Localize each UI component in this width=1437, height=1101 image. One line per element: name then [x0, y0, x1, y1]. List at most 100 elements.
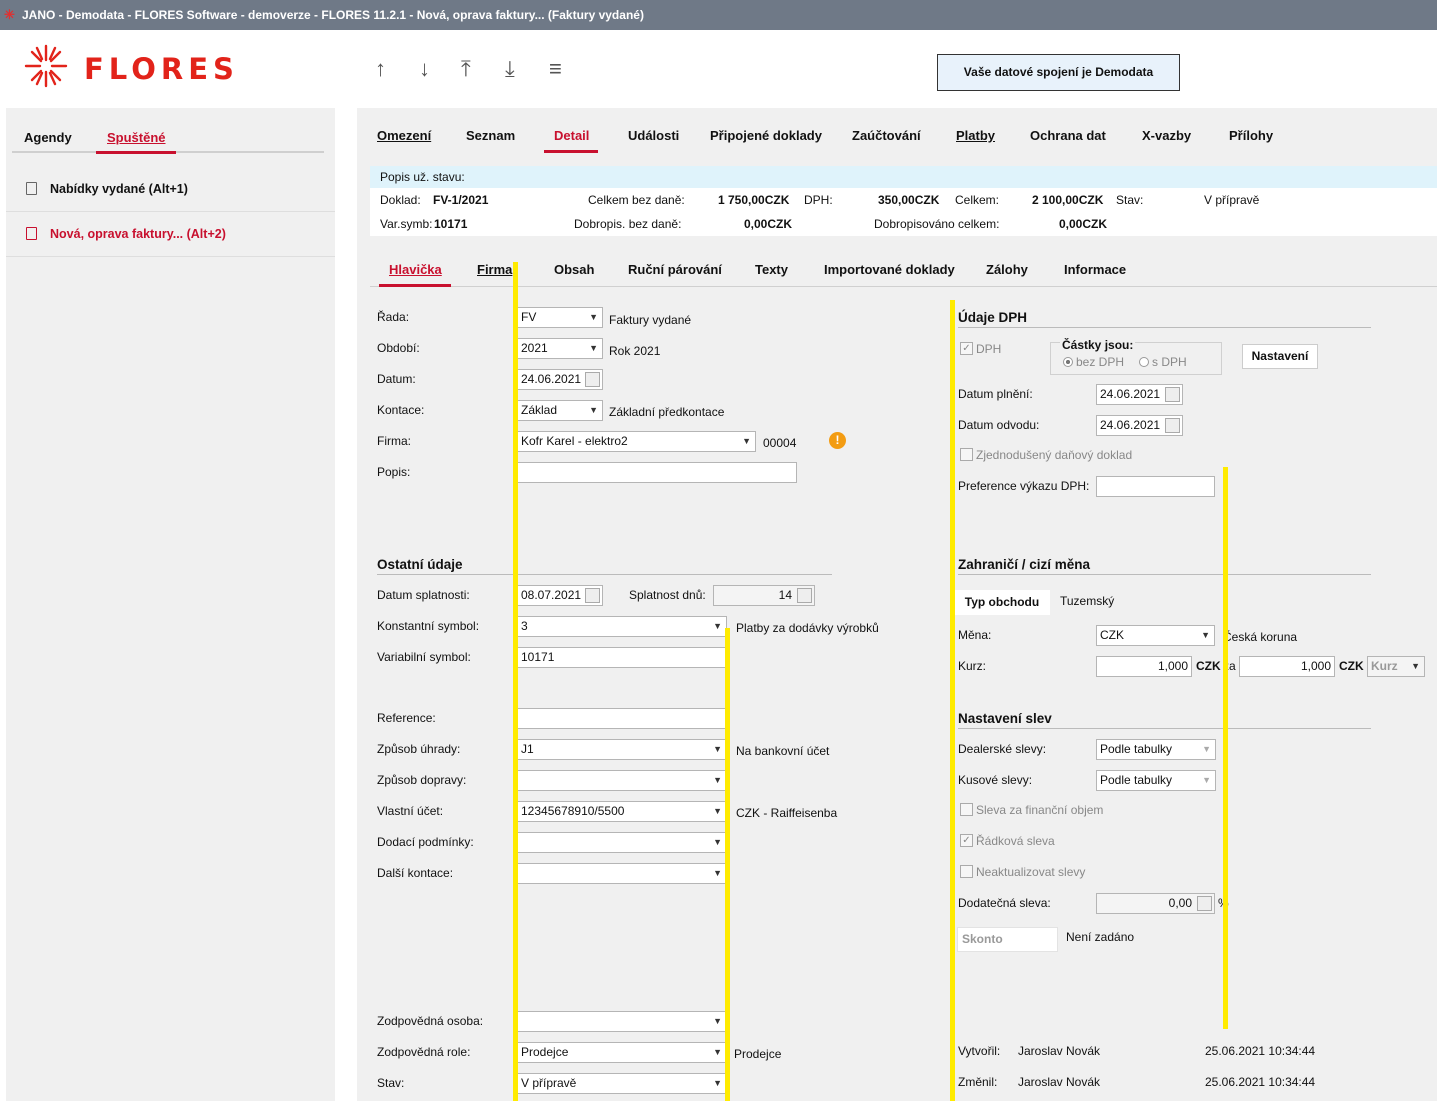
zjednoduseny-checkbox[interactable]: [960, 448, 973, 461]
splatnost-dnu-field[interactable]: 14: [713, 585, 815, 606]
tab-platby[interactable]: Platby: [956, 128, 995, 143]
role-label: Zodpovědná role:: [377, 1045, 471, 1059]
neaktualizovat-label: Neaktualizovat slevy: [976, 865, 1086, 879]
tab-udalosti[interactable]: Události: [628, 128, 679, 143]
chevron-down-icon: ▼: [589, 405, 598, 415]
neaktualizovat-checkbox[interactable]: [960, 865, 973, 878]
tab-zalohy[interactable]: Zálohy: [986, 262, 1028, 277]
arrow-down-icon[interactable]: ↓: [419, 58, 430, 80]
calendar-icon[interactable]: [1165, 387, 1180, 402]
mena-select[interactable]: CZK ▼: [1096, 625, 1215, 646]
zmenil-label: Změnil:: [958, 1075, 998, 1089]
podminky-select[interactable]: ▼: [517, 832, 727, 853]
chevron-down-icon: ▼: [713, 1078, 722, 1088]
tab-hlavicka[interactable]: Hlavička: [389, 262, 442, 277]
uhrada-value: J1: [521, 742, 534, 756]
tab-rucni-parovani[interactable]: Ruční párování: [628, 262, 722, 277]
left-item-nova-faktura[interactable]: Nová, oprava faktury... (Alt+2): [6, 212, 335, 257]
tab-obsah[interactable]: Obsah: [554, 262, 594, 277]
tab-prilohy[interactable]: Přílohy: [1229, 128, 1273, 143]
radkova-label: Řádková sleva: [976, 834, 1055, 848]
dealer-label: Dealerské slevy:: [958, 742, 1047, 756]
window-title: JANO - Demodata - FLORES Software - demo…: [22, 8, 644, 22]
warning-icon[interactable]: !: [829, 432, 846, 449]
skonto-button[interactable]: Skonto: [957, 927, 1058, 952]
tab-x-vazby[interactable]: X-vazby: [1142, 128, 1191, 143]
firma-select[interactable]: Kofr Karel - elektro2 ▼: [517, 431, 756, 452]
tab-agendy[interactable]: Agendy: [24, 130, 72, 145]
ks-select[interactable]: 3 ▼: [517, 616, 727, 637]
kusove-select[interactable]: Podle tabulky ▼: [1096, 770, 1216, 791]
vs-input[interactable]: 10171: [517, 647, 727, 668]
fin-objem-checkbox[interactable]: [960, 803, 973, 816]
osoba-select[interactable]: ▼: [517, 1011, 727, 1032]
tab-informace[interactable]: Informace: [1064, 262, 1126, 277]
osoba-label: Zodpovědná osoba:: [377, 1014, 484, 1028]
dodatecna-input[interactable]: 0,00: [1096, 893, 1215, 914]
plneni-field[interactable]: 24.06.2021: [1096, 384, 1183, 405]
splatnost-field[interactable]: 08.07.2021: [517, 585, 603, 606]
role-select[interactable]: Prodejce ▼: [517, 1042, 727, 1063]
firma-value: Kofr Karel - elektro2: [521, 434, 628, 448]
tab-firma[interactable]: Firma: [477, 262, 512, 277]
obdobi-select[interactable]: 2021 ▼: [517, 338, 603, 359]
arrow-first-icon[interactable]: ⤒: [461, 58, 471, 80]
calendar-icon[interactable]: [585, 372, 600, 387]
kurz1-input[interactable]: 1,000: [1096, 656, 1192, 677]
kurz-currency2: CZK: [1339, 659, 1364, 673]
reference-label: Reference:: [377, 711, 436, 725]
tab-seznam[interactable]: Seznam: [466, 128, 515, 143]
dph-checkbox[interactable]: ✓: [960, 342, 973, 355]
vs-label: Variabilní symbol:: [377, 650, 471, 664]
tab-detail[interactable]: Detail: [554, 128, 589, 143]
s-dph-radio[interactable]: s DPH: [1139, 355, 1187, 369]
obdobi-label: Období:: [377, 341, 420, 355]
ucet-select[interactable]: 12345678910/5500 ▼: [517, 801, 727, 822]
tab-importovane-doklady[interactable]: Importované doklady: [824, 262, 955, 277]
typ-obchodu-button[interactable]: Typ obchodu: [954, 590, 1050, 615]
arrow-last-icon[interactable]: ⤓: [505, 58, 515, 80]
nastaveni-button[interactable]: Nastavení: [1242, 344, 1318, 369]
tab-omezeni[interactable]: Omezení: [377, 128, 431, 143]
kurz-button[interactable]: Kurz ▼: [1367, 656, 1425, 677]
reference-input[interactable]: [517, 708, 727, 729]
uhrada-select[interactable]: J1 ▼: [517, 739, 727, 760]
chevron-down-icon: ▼: [1201, 630, 1210, 640]
rada-select[interactable]: FV ▼: [517, 307, 603, 328]
left-item-label: Nová, oprava faktury... (Alt+2): [50, 227, 226, 241]
left-item-nabidky[interactable]: Nabídky vydané (Alt+1): [6, 167, 335, 212]
kontace-select[interactable]: Základ ▼: [517, 400, 603, 421]
radkova-checkbox[interactable]: ✓: [960, 834, 973, 847]
tab-spustene[interactable]: Spuštěné: [107, 130, 166, 145]
datum-field[interactable]: 24.06.2021: [517, 369, 603, 390]
calculator-icon[interactable]: [1197, 896, 1212, 911]
tab-pripojene-doklady[interactable]: Připojené doklady: [710, 128, 822, 143]
bez-dph-radio[interactable]: bez DPH: [1063, 355, 1124, 369]
stav-value: V přípravě: [1204, 193, 1260, 207]
odvod-field[interactable]: 24.06.2021: [1096, 415, 1183, 436]
kurz2-input[interactable]: 1,000: [1239, 656, 1335, 677]
splatnost-label: Datum splatnosti:: [377, 588, 470, 602]
doprava-select[interactable]: ▼: [517, 770, 727, 791]
tab-ochrana-dat[interactable]: Ochrana dat: [1030, 128, 1106, 143]
dalsi-kontace-select[interactable]: ▼: [517, 863, 727, 884]
zahranici-section-title: Zahraničí / cizí měna: [958, 557, 1371, 575]
subtab-divider: [370, 286, 1437, 287]
calculator-icon[interactable]: [797, 588, 812, 603]
celkem-bez-value: 1 750,00CZK: [718, 193, 790, 207]
celkem-label: Celkem:: [955, 193, 1000, 207]
tab-texty[interactable]: Texty: [755, 262, 788, 277]
typ-obchodu-value: Tuzemský: [1060, 594, 1115, 608]
tab-zauctovani[interactable]: Zaúčtování: [852, 128, 921, 143]
flores-logo-icon: [24, 44, 68, 88]
calendar-icon[interactable]: [1165, 418, 1180, 433]
mena-name: Česká koruna: [1223, 630, 1298, 644]
dealer-select[interactable]: Podle tabulky ▼: [1096, 739, 1216, 760]
preference-input[interactable]: [1096, 476, 1215, 497]
arrow-up-icon[interactable]: ↑: [375, 58, 386, 80]
menu-icon[interactable]: ≡: [549, 58, 562, 80]
connection-button[interactable]: Vaše datové spojení je Demodata: [937, 54, 1180, 91]
calendar-icon[interactable]: [585, 588, 600, 603]
stav-select[interactable]: V přípravě ▼: [517, 1073, 727, 1094]
popis-input[interactable]: [517, 462, 797, 483]
